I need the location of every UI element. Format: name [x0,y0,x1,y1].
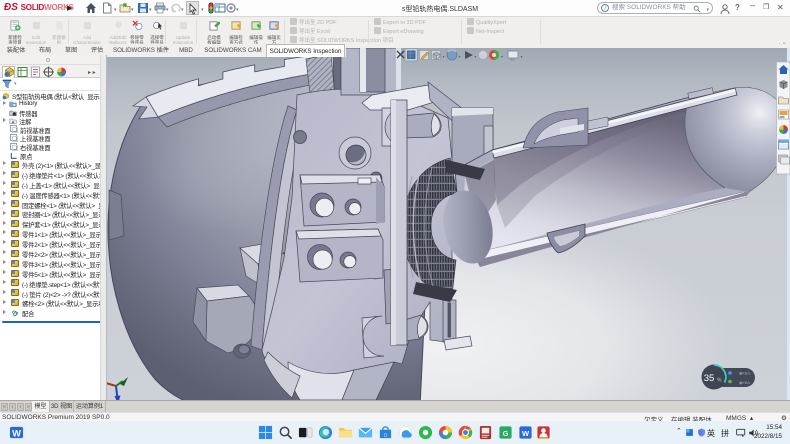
svg-text:▾: ▾ [443,54,445,59]
svg-text:A: A [12,120,15,125]
svg-text:◉KB/s: ◉KB/s [739,381,750,385]
svg-text:▾: ▾ [459,54,461,59]
svg-text:W: W [522,429,530,438]
svg-text:▾: ▾ [521,54,523,59]
svg-text:▾: ▾ [475,54,477,59]
svg-text:W: W [12,428,21,438]
svg-text:G: G [503,429,509,438]
svg-text:▾: ▾ [501,54,503,59]
svg-text:⌂: ⌂ [384,431,388,438]
svg-text:%: % [717,378,722,384]
svg-text:◉KB/s: ◉KB/s [739,372,750,376]
svg-text:35: 35 [704,373,715,384]
